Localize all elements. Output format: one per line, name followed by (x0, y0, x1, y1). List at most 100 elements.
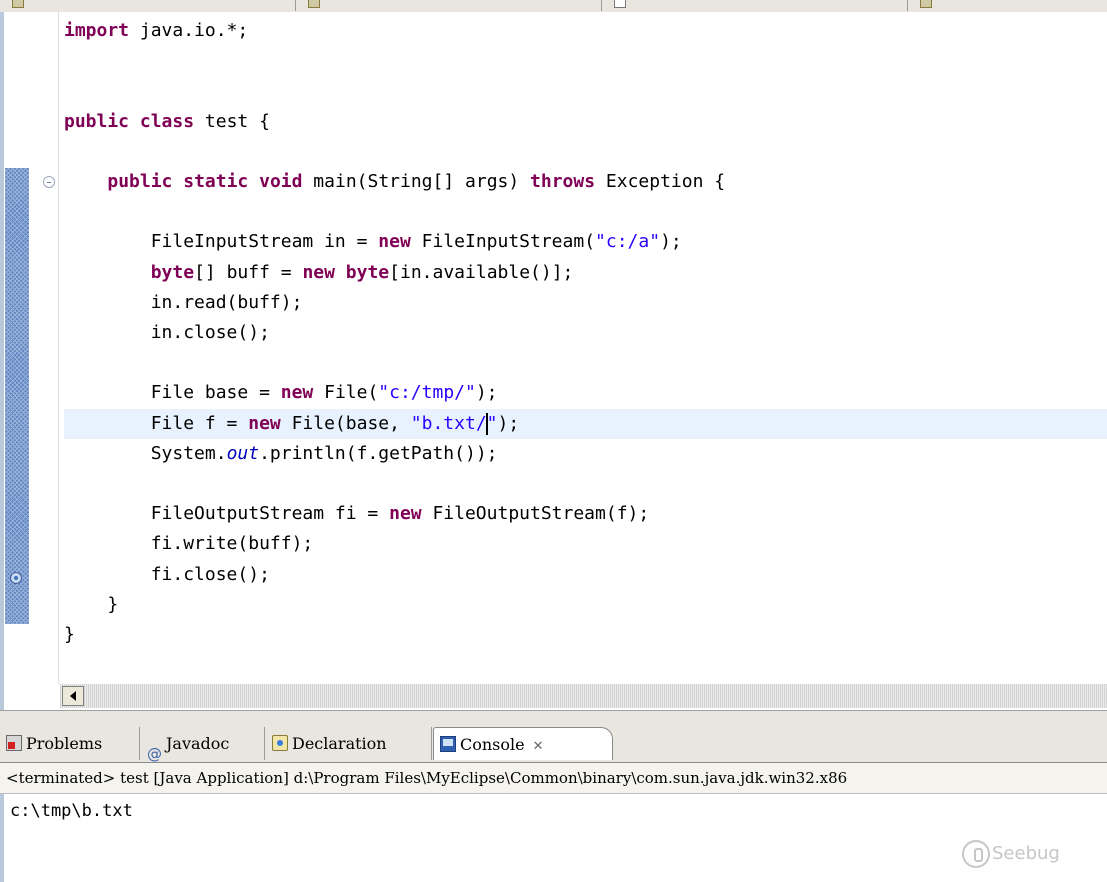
watermark-text: Seebug (992, 843, 1060, 864)
seebug-logo-icon (962, 840, 990, 868)
keyword-token: new (378, 231, 411, 252)
keyword-token: throws (530, 171, 596, 192)
code-token: ); (660, 231, 682, 252)
code-line[interactable]: fi.close(); (64, 560, 1107, 590)
tab-javadoc[interactable]: @Javadoc (141, 727, 265, 763)
code-token: ); (475, 382, 498, 403)
keyword-token: byte (345, 262, 390, 283)
code-token: } (64, 624, 75, 645)
code-token: ); (497, 413, 520, 434)
code-line[interactable]: in.read(buff); (64, 288, 1107, 318)
code-token: } (64, 594, 119, 615)
watermark: Seebug (962, 838, 1060, 870)
code-token: main(String[] args) (302, 171, 531, 192)
code-token: test { (194, 111, 270, 132)
code-token: File f = (64, 413, 249, 434)
tab-declaration[interactable]: Declaration (266, 727, 432, 760)
editor-tab[interactable] (0, 0, 296, 11)
code-line[interactable]: public class test { (64, 107, 1107, 137)
tab-label: Console (460, 735, 525, 754)
keyword-token: new (302, 262, 335, 283)
problems-icon (6, 734, 22, 751)
declaration-icon (272, 734, 288, 751)
fold-collapse-icon[interactable] (43, 176, 55, 188)
code-line[interactable] (64, 197, 1107, 227)
code-token: File( (313, 382, 379, 403)
string-token: "b.txt/ (410, 413, 487, 434)
java-file-icon (920, 0, 932, 8)
javadoc-icon: @ (147, 744, 162, 763)
code-line[interactable] (64, 348, 1107, 378)
keyword-token: byte (150, 262, 195, 283)
code-line[interactable]: public static void main(String[] args) t… (64, 167, 1107, 197)
range-indicator (5, 168, 29, 624)
java-file-icon (12, 0, 24, 8)
code-token: in.read(buff); (64, 292, 303, 313)
tab-label: Problems (26, 734, 103, 753)
code-line[interactable]: fi.write(buff); (64, 529, 1107, 559)
code-line-current[interactable]: File f = new File(base, "b.txt/"); (64, 409, 1107, 439)
code-token: FileInputStream in = (64, 231, 379, 252)
field-token: out (226, 443, 260, 464)
console-output-text: c:\tmp\b.txt (10, 801, 133, 821)
keyword-token: new (389, 503, 422, 524)
code-line[interactable] (64, 469, 1107, 499)
code-line[interactable]: import java.io.*; (64, 16, 1107, 46)
code-line[interactable] (64, 76, 1107, 106)
code-token: .println(f.getPath()); (259, 443, 498, 464)
keyword-token: class (139, 111, 195, 132)
scroll-left-arrow-icon[interactable] (62, 686, 84, 706)
java-file-icon (308, 0, 320, 8)
code-token: File(base, (280, 413, 411, 434)
code-line[interactable]: FileOutputStream fi = new FileOutputStre… (64, 499, 1107, 529)
console-status-line: <terminated> test [Java Application] d:\… (0, 762, 1107, 794)
editor-tab[interactable] (602, 0, 908, 11)
tab-problems[interactable]: Problems (0, 727, 140, 760)
string-token: " (486, 413, 498, 434)
code-token: System. (64, 443, 227, 464)
close-icon[interactable]: ✕ (533, 739, 544, 754)
string-token: "c:/tmp/" (378, 382, 476, 403)
breakpoint-icon[interactable] (10, 572, 22, 584)
editor-tab[interactable] (908, 0, 1107, 11)
keyword-token: new (248, 413, 281, 434)
code-line[interactable]: } (64, 620, 1107, 650)
file-icon (614, 0, 626, 8)
code-line[interactable]: in.close(); (64, 318, 1107, 348)
console-icon (440, 735, 456, 752)
code-token: java.io.*; (129, 20, 249, 41)
tab-label: Declaration (292, 734, 387, 753)
console-output-area[interactable] (0, 794, 1107, 882)
code-line[interactable]: System.out.println(f.getPath()); (64, 439, 1107, 469)
code-line[interactable] (64, 137, 1107, 167)
keyword-token: static (183, 171, 249, 192)
code-token: in.close(); (64, 322, 270, 343)
code-token: [in.available()]; (389, 262, 574, 283)
keyword-token: new (280, 382, 314, 403)
keyword-token: public (64, 111, 130, 132)
code-token: [] buff = (194, 262, 303, 283)
horizontal-scrollbar[interactable] (60, 684, 1107, 708)
code-token: File base = (64, 382, 281, 403)
code-line[interactable] (64, 46, 1107, 76)
keyword-token: public (107, 171, 173, 192)
editor-tab[interactable] (296, 0, 602, 11)
tab-console[interactable]: Console ✕ (433, 727, 613, 760)
views-tab-bar: Problems @Javadoc Declaration Console ✕ (0, 725, 1107, 763)
code-line[interactable]: } (64, 590, 1107, 620)
code-token: FileOutputStream fi = (64, 503, 390, 524)
code-token: FileOutputStream(f); (421, 503, 650, 524)
code-line[interactable]: byte[] buff = new byte[in.available()]; (64, 258, 1107, 288)
keyword-token: import (64, 20, 130, 41)
code-token: FileInputStream( (410, 231, 596, 252)
code-token: Exception { (595, 171, 726, 192)
code-token: fi.close(); (64, 564, 270, 585)
gutter-divider (58, 12, 59, 684)
code-line[interactable]: FileInputStream in = new FileInputStream… (64, 227, 1107, 257)
code-line[interactable]: File base = new File("c:/tmp/"); (64, 378, 1107, 408)
